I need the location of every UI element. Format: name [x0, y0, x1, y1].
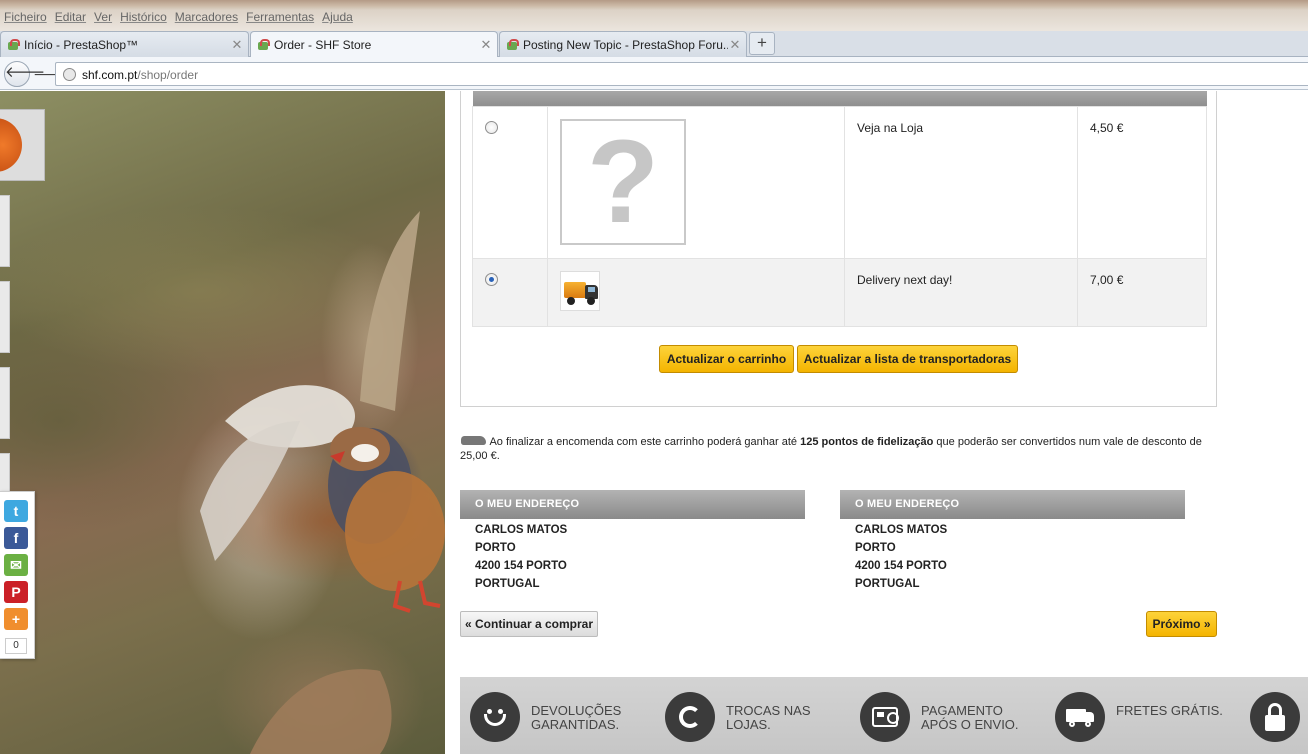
menu-help[interactable]: Ajuda — [322, 10, 353, 24]
tab-order-shf-store[interactable]: Order - SHF Store ✕ — [250, 31, 498, 58]
menu-bookmarks[interactable]: Marcadores — [175, 10, 238, 24]
reassurance-free-shipping: FRETES GRÁTIS. — [1055, 692, 1226, 742]
smiley-icon — [470, 692, 520, 742]
delivery-address-block: O MEU ENDEREÇO CARLOS MATOS PORTO 4200 1… — [460, 490, 805, 593]
loyalty-points-notice: Ao finalizar a encomenda com este carrin… — [460, 434, 1210, 463]
reassurance-text: TROCAS NAS LOJAS. — [726, 703, 811, 732]
loyalty-text-before: Ao finalizar a encomenda com este carrin… — [487, 436, 801, 448]
loyalty-points: 125 pontos de fidelização — [800, 436, 934, 448]
side-tab[interactable] — [0, 195, 10, 267]
tab-title: Order - SHF Store — [274, 38, 372, 52]
carrier-logo-cell — [547, 257, 845, 327]
address-postal: 4200 154 PORTO — [855, 560, 947, 572]
navigation-bar: 🡐 🡒 shf.com.pt/shop/order — [0, 57, 1308, 90]
invoice-address-block: O MEU ENDEREÇO CARLOS MATOS PORTO 4200 1… — [840, 490, 1185, 593]
carrier-table: ? Veja na Loja 4,50 € Delivery next day!… — [472, 91, 1207, 327]
carrier-row[interactable]: Delivery next day! 7,00 € — [472, 257, 1207, 327]
address-city: PORTO — [475, 542, 516, 554]
question-mark-placeholder-icon: ? — [560, 118, 686, 245]
reassurance-secure — [1250, 692, 1300, 742]
prestashop-favicon-icon — [7, 38, 20, 51]
pinterest-icon[interactable]: P — [4, 581, 28, 603]
reassurance-bar: DEVOLUÇÕES GARANTIDAS. TROCAS NAS LOJAS. P… — [460, 677, 1308, 754]
menu-list: Ficheiro Editar Ver Histórico Marcadores… — [4, 10, 361, 24]
continue-shopping-button[interactable]: « Continuar a comprar — [460, 611, 598, 637]
reassurance-text: FRETES GRÁTIS. — [1116, 703, 1223, 718]
back-button[interactable]: 🡐 — [4, 61, 45, 87]
update-carriers-button[interactable]: Actualizar a lista de transportadoras — [797, 345, 1018, 373]
globe-icon — [63, 68, 76, 81]
prestashop-favicon-icon — [506, 38, 519, 51]
facebook-icon[interactable]: f — [4, 527, 28, 549]
address-title: O MEU ENDEREÇO — [840, 490, 1185, 519]
partridge-illustration — [200, 211, 445, 754]
refresh-icon — [665, 692, 715, 742]
address-name: CARLOS MATOS — [475, 524, 568, 536]
url-bar[interactable]: shf.com.pt/shop/order — [55, 62, 1308, 86]
address-city: PORTO — [855, 542, 896, 554]
carrier-row[interactable]: ? Veja na Loja 4,50 € — [472, 105, 1207, 259]
carrier-radio-cell[interactable] — [472, 105, 548, 259]
close-icon[interactable]: ✕ — [230, 37, 244, 53]
truck-icon — [560, 270, 600, 311]
menu-history[interactable]: Histórico — [120, 10, 167, 24]
payment-card-icon — [860, 692, 910, 742]
reassurance-exchanges: TROCAS NAS LOJAS. — [665, 692, 836, 742]
new-tab-button[interactable]: + — [749, 32, 775, 55]
side-tab[interactable] — [0, 453, 10, 493]
carrier-logo-cell: ? — [547, 105, 845, 259]
tab-posting-new-topic[interactable]: Posting New Topic - PrestaShop Foru... ✕ — [499, 31, 747, 57]
menu-file[interactable]: Ficheiro — [4, 10, 47, 24]
menu-edit[interactable]: Editar — [55, 10, 86, 24]
next-button[interactable]: Próximo » — [1146, 611, 1217, 637]
menu-view[interactable]: Ver — [94, 10, 112, 24]
url-host: shf.com.pt — [82, 68, 138, 82]
tab-title: Posting New Topic - PrestaShop Foru... — [523, 37, 728, 52]
address-title: O MEU ENDEREÇO — [460, 490, 805, 519]
carrier-table-header — [472, 91, 1207, 106]
reassurance-text: PAGAMENTO APÓS O ENVIO. — [921, 703, 1019, 732]
tab-prestashop-home[interactable]: Início - PrestaShop™ ✕ — [0, 31, 249, 57]
carrier-radio-veja-na-loja[interactable] — [485, 120, 498, 134]
close-icon[interactable]: ✕ — [728, 37, 742, 53]
avatar — [0, 118, 22, 172]
address-postal: 4200 154 PORTO — [475, 560, 567, 572]
url-path: /shop/order — [137, 68, 199, 82]
social-share-bar: t f ✉ P + 0 — [0, 491, 35, 659]
prestashop-favicon-icon — [257, 39, 270, 51]
page-content: t f ✉ P + 0 ? Veja na Loja 4,50 € Delive… — [0, 91, 1308, 754]
email-icon[interactable]: ✉ — [4, 554, 28, 576]
browser-menubar: Ficheiro Editar Ver Histórico Marcadores… — [0, 0, 1308, 32]
twitter-icon[interactable]: t — [4, 500, 28, 522]
reassurance-payment: PAGAMENTO APÓS O ENVIO. — [860, 692, 1031, 742]
share-plus-icon[interactable]: + — [4, 608, 28, 630]
reassurance-text: DEVOLUÇÕES GARANTIDAS. — [531, 703, 622, 732]
profile-badge[interactable] — [0, 109, 45, 181]
carrier-selection-box: ? Veja na Loja 4,50 € Delivery next day!… — [460, 91, 1217, 407]
url-text: shf.com.pt/shop/order — [82, 68, 198, 82]
lock-icon — [1250, 692, 1300, 742]
update-cart-button[interactable]: Actualizar o carrinho — [659, 345, 794, 373]
handshake-icon — [460, 434, 487, 446]
carrier-name: Veja na Loja — [844, 105, 1078, 259]
background-partridge-image — [0, 91, 445, 754]
reassurance-returns: DEVOLUÇÕES GARANTIDAS. — [470, 692, 641, 742]
carrier-radio-cell[interactable] — [472, 257, 548, 327]
address-country: PORTUGAL — [855, 578, 920, 590]
side-tab[interactable] — [0, 367, 10, 439]
address-name: CARLOS MATOS — [855, 524, 948, 536]
address-country: PORTUGAL — [475, 578, 540, 590]
tab-title: Início - PrestaShop™ — [24, 37, 139, 52]
side-tab[interactable] — [0, 281, 10, 353]
carrier-name: Delivery next day! — [844, 257, 1078, 327]
van-icon — [1055, 692, 1105, 742]
carrier-radio-delivery-next-day[interactable] — [485, 272, 498, 286]
tab-strip: Início - PrestaShop™ ✕ Order - SHF Store… — [0, 31, 1308, 58]
carrier-price: 4,50 € — [1077, 105, 1207, 259]
close-icon[interactable]: ✕ — [479, 37, 493, 53]
share-count: 0 — [5, 638, 27, 654]
forward-button[interactable]: 🡒 — [33, 65, 71, 83]
menu-tools[interactable]: Ferramentas — [246, 10, 314, 24]
carrier-price: 7,00 € — [1077, 257, 1207, 327]
